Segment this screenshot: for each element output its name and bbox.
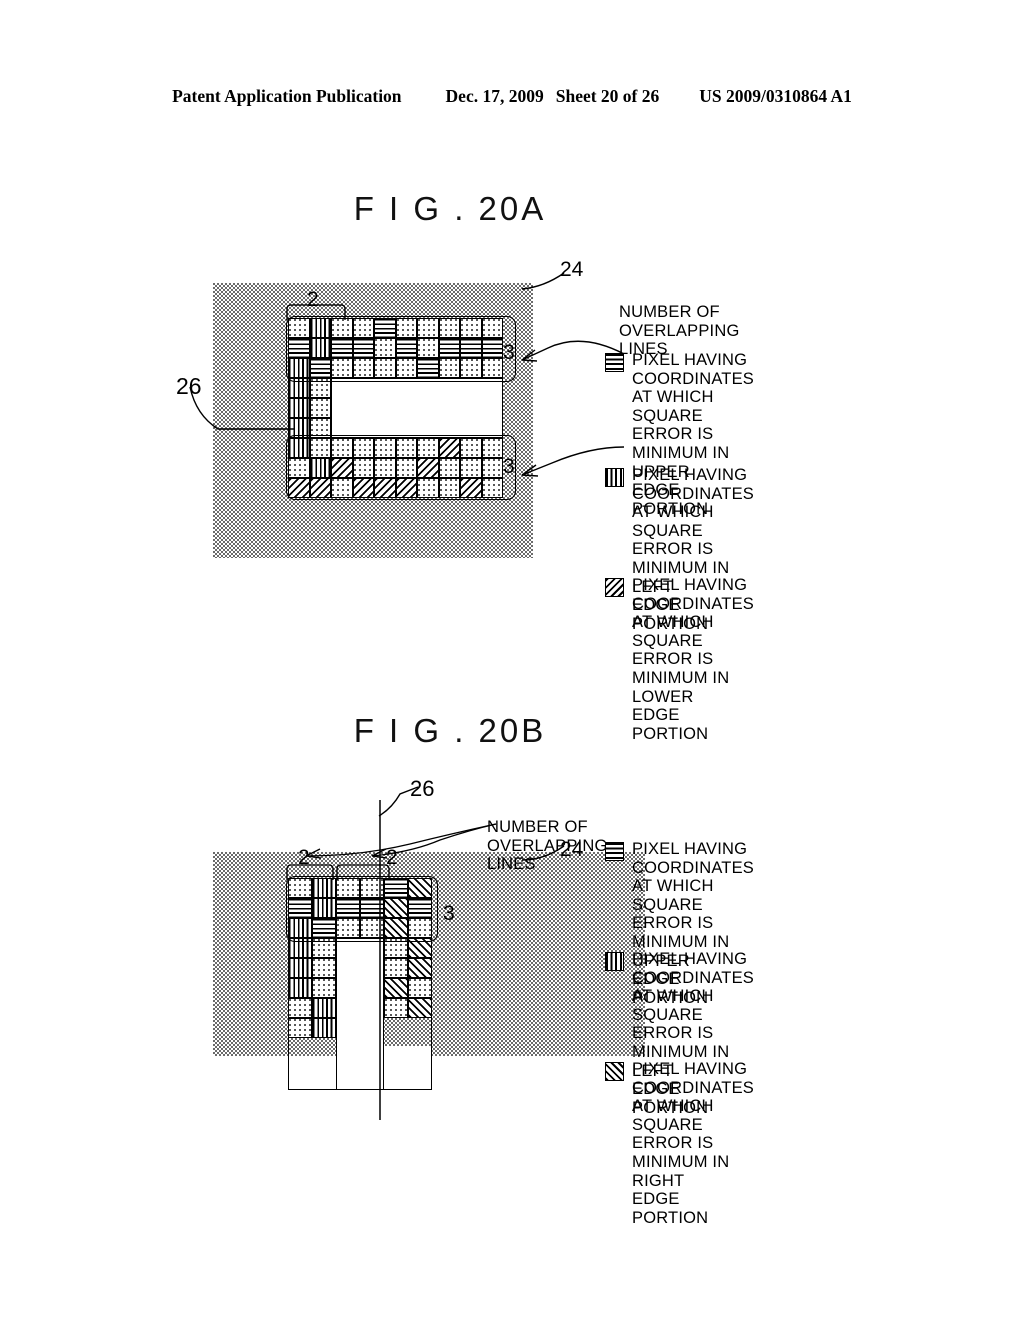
header-publication: Patent Application Publication: [172, 86, 402, 106]
legend-text-right-b: PIXEL HAVING COORDINATES AT WHICH SQUARE…: [632, 1060, 754, 1227]
publication-header: Patent Application Publication Dec. 17, …: [0, 86, 1024, 107]
swatch-back-diagonal-lines-icon: [605, 578, 624, 597]
ref-26-b: 26: [410, 776, 435, 801]
figure-20b: 26 2 2 3 24 NUMBER OF OVERLAPPING LINES …: [0, 770, 1024, 1227]
bracket-2-left-b: [286, 863, 334, 881]
ref-3-b: 3: [443, 902, 455, 925]
header-sheet: Sheet 20 of 26: [555, 86, 660, 106]
legend-title-b: NUMBER OF OVERLAPPING LINES: [487, 818, 608, 873]
header-date: Dec. 17, 2009: [445, 86, 544, 106]
header-patent-number: US 2009/0310864 A1: [699, 86, 852, 106]
bracket-3-bottom-a: [286, 435, 516, 500]
legend-row-right-b: PIXEL HAVING COORDINATES AT WHICH SQUARE…: [605, 1060, 754, 1227]
figure-20a: 24 26 2 3 3 NUMBER OF OVERLAPPING LINES …: [0, 255, 1024, 743]
swatch-vertical-lines-icon: [605, 952, 624, 971]
swatch-vertical-lines-icon: [605, 468, 624, 487]
bracket-3-b: [286, 876, 438, 942]
leader-26-a: [186, 381, 296, 441]
ref-3-top-a: 3: [503, 341, 515, 364]
figure-20a-title: F I G . 20A: [353, 190, 547, 227]
ref-26-a: 26: [176, 373, 202, 399]
ref-2-a: 2: [307, 288, 319, 311]
ref-3-bottom-a: 3: [503, 455, 515, 478]
window-outline-a: [331, 378, 503, 438]
ref-24-a: 24: [560, 258, 584, 281]
swatch-forward-diagonal-lines-icon: [605, 1062, 624, 1081]
bracket-3-top-a: [286, 316, 516, 382]
ref-2-right-b: 2: [386, 846, 398, 869]
leader-overlap-lines-b: [300, 822, 500, 862]
swatch-horizontal-lines-icon: [605, 842, 624, 861]
figure-20b-title: F I G . 20B: [353, 712, 547, 749]
ref-2-left-b: 2: [298, 846, 310, 869]
swatch-horizontal-lines-icon: [605, 353, 624, 372]
